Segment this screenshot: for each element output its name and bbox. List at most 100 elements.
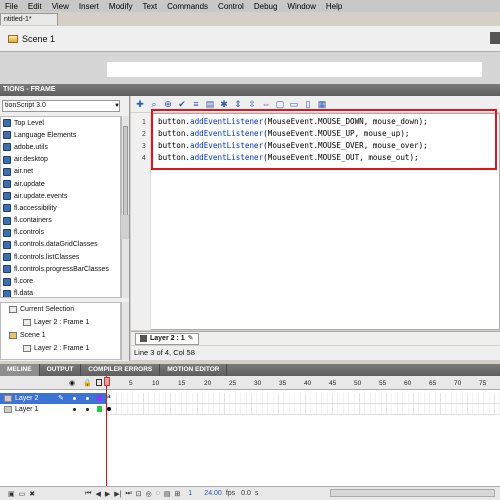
expand-icon[interactable]: ⇔ bbox=[261, 99, 271, 109]
edit-frames-icon[interactable]: ▤ bbox=[162, 490, 173, 498]
edit-scene-icon[interactable] bbox=[490, 32, 500, 44]
outline-color-swatch[interactable] bbox=[97, 406, 102, 412]
menu-view[interactable]: View bbox=[47, 2, 74, 11]
current-frame[interactable]: 1 bbox=[186, 490, 194, 497]
frame-rate[interactable]: 24.00 bbox=[202, 490, 224, 497]
menu-commands[interactable]: Commands bbox=[162, 2, 213, 11]
timeline-scrollbar[interactable] bbox=[330, 489, 495, 497]
menu-file[interactable]: File bbox=[0, 2, 23, 11]
pin-icon[interactable]: ✎ bbox=[188, 334, 194, 344]
menu-control[interactable]: Control bbox=[213, 2, 249, 11]
playhead-handle[interactable] bbox=[104, 377, 110, 386]
layer-row-layer-1[interactable]: Layer 1 bbox=[0, 404, 106, 415]
list-item[interactable]: adobe.utils bbox=[1, 141, 120, 153]
list-item[interactable]: Language Elements bbox=[1, 129, 120, 141]
frame-row[interactable] bbox=[106, 404, 500, 415]
lock-icon[interactable]: 🔒 bbox=[83, 379, 92, 387]
actionscript-keyframe-icon[interactable]: a bbox=[107, 394, 110, 400]
language-select[interactable]: tionScript 3.0 bbox=[2, 100, 120, 112]
ruler-label: 75 bbox=[479, 380, 487, 387]
edit-bar: Scene 1 bbox=[0, 26, 500, 52]
list-item[interactable]: Layer 2 : Frame 1 bbox=[1, 342, 120, 355]
list-item[interactable]: Layer 2 : Frame 1 bbox=[1, 316, 120, 329]
menu-window[interactable]: Window bbox=[282, 2, 320, 11]
playhead[interactable] bbox=[106, 376, 107, 486]
menu-edit[interactable]: Edit bbox=[23, 2, 47, 11]
visibility-dot[interactable] bbox=[73, 397, 76, 400]
outline-icon[interactable] bbox=[96, 379, 102, 386]
list-item[interactable]: air.update.events bbox=[1, 190, 120, 202]
new-folder-icon[interactable]: ▭ bbox=[17, 490, 28, 498]
menu-insert[interactable]: Insert bbox=[74, 2, 104, 11]
keyframe-icon[interactable] bbox=[107, 407, 111, 411]
script-tab[interactable]: Layer 2 : 1 ✎ bbox=[135, 332, 199, 345]
ruler-label: 45 bbox=[329, 380, 337, 387]
lock-dot[interactable] bbox=[86, 408, 89, 411]
collapse-icon[interactable]: ⇕ bbox=[233, 99, 243, 109]
comment-line-icon[interactable]: ▭ bbox=[289, 99, 299, 109]
debug-icon[interactable]: ✱ bbox=[219, 99, 229, 109]
scene-label[interactable]: Scene 1 bbox=[22, 34, 55, 44]
menu-debug[interactable]: Debug bbox=[249, 2, 283, 11]
pencil-icon: ✎ bbox=[58, 395, 64, 402]
go-to-first-icon[interactable]: ⏮ bbox=[83, 490, 93, 498]
actions-panel-title[interactable]: TIONS - FRAME bbox=[0, 84, 500, 96]
list-item[interactable]: air.desktop bbox=[1, 154, 120, 166]
layer-row-layer-2[interactable]: Layer 2 ✎ bbox=[0, 393, 106, 404]
list-item[interactable]: fl.controls.dataGridClasses bbox=[1, 239, 120, 251]
outline-color-swatch[interactable] bbox=[97, 395, 102, 401]
uncomment-icon[interactable]: ▯ bbox=[303, 99, 313, 109]
tab-timeline[interactable]: MELINE bbox=[0, 364, 40, 376]
modify-markers-icon[interactable]: ⊞ bbox=[173, 490, 183, 498]
frames-grid[interactable]: a bbox=[106, 390, 500, 486]
list-item[interactable]: fl.containers bbox=[1, 215, 120, 227]
tab-motion-editor[interactable]: MOTION EDITOR bbox=[160, 364, 228, 376]
list-item[interactable]: fl.data bbox=[1, 288, 120, 297]
menu-modify[interactable]: Modify bbox=[104, 2, 138, 11]
list-item[interactable]: air.update bbox=[1, 178, 120, 190]
comment-block-icon[interactable]: ▢ bbox=[275, 99, 285, 109]
center-frame-icon[interactable]: ⊡ bbox=[134, 490, 144, 498]
code-hint-icon[interactable]: ▤ bbox=[205, 99, 215, 109]
list-item[interactable]: air.net bbox=[1, 166, 120, 178]
list-item[interactable]: fl.controls.progressBarClasses bbox=[1, 263, 120, 275]
chevron-down-icon[interactable]: ▼ bbox=[113, 102, 121, 110]
frame-row[interactable] bbox=[106, 393, 500, 404]
list-item[interactable]: fl.controls bbox=[1, 227, 120, 239]
tab-output[interactable]: OUTPUT bbox=[40, 364, 82, 376]
list-item[interactable]: Scene 1 bbox=[1, 329, 120, 342]
stage[interactable] bbox=[107, 62, 482, 77]
tab-compiler-errors[interactable]: COMPILER ERRORS bbox=[81, 364, 161, 376]
check-syntax-icon[interactable]: ✔ bbox=[177, 99, 187, 109]
delete-icon[interactable]: ✖ bbox=[27, 490, 37, 498]
list-item[interactable]: fl.accessibility bbox=[1, 202, 120, 214]
eye-icon[interactable]: ◉ bbox=[69, 379, 75, 387]
auto-format-icon[interactable]: ≡ bbox=[191, 99, 201, 109]
menu-text[interactable]: Text bbox=[137, 2, 162, 11]
list-item[interactable]: fl.controls.listClasses bbox=[1, 251, 120, 263]
menu-help[interactable]: Help bbox=[321, 2, 347, 11]
target-icon[interactable]: ⊕ bbox=[163, 99, 173, 109]
collapse-selection-icon[interactable]: ⇳ bbox=[247, 99, 257, 109]
show-toolbox-icon[interactable]: ▦ bbox=[317, 99, 327, 109]
toolbox-scrollbar[interactable] bbox=[121, 116, 129, 298]
visibility-dot[interactable] bbox=[73, 408, 76, 411]
onion-outline-icon[interactable]: ◌ bbox=[154, 490, 162, 497]
step-back-icon[interactable]: ◀ bbox=[93, 490, 102, 498]
list-item[interactable]: Top Level bbox=[1, 117, 120, 129]
book-icon bbox=[3, 265, 11, 274]
lock-dot[interactable] bbox=[86, 397, 89, 400]
onion-skin-icon[interactable]: ◎ bbox=[144, 490, 154, 498]
document-tab[interactable]: ntitled-1* bbox=[0, 13, 58, 25]
find-icon[interactable]: ⌕ bbox=[149, 99, 159, 109]
new-layer-icon[interactable]: ▣ bbox=[6, 490, 17, 498]
go-to-last-icon[interactable]: ⏭ bbox=[123, 490, 133, 498]
step-forward-icon[interactable]: ▶| bbox=[112, 490, 123, 498]
book-icon bbox=[3, 180, 11, 189]
list-item[interactable]: Current Selection bbox=[1, 303, 120, 316]
play-icon[interactable]: ▶ bbox=[103, 490, 112, 498]
panel-splitter[interactable] bbox=[121, 215, 129, 239]
navigator-scrollbar[interactable] bbox=[121, 302, 129, 360]
add-icon[interactable]: ✚ bbox=[135, 99, 145, 109]
list-item[interactable]: fl.core bbox=[1, 275, 120, 287]
